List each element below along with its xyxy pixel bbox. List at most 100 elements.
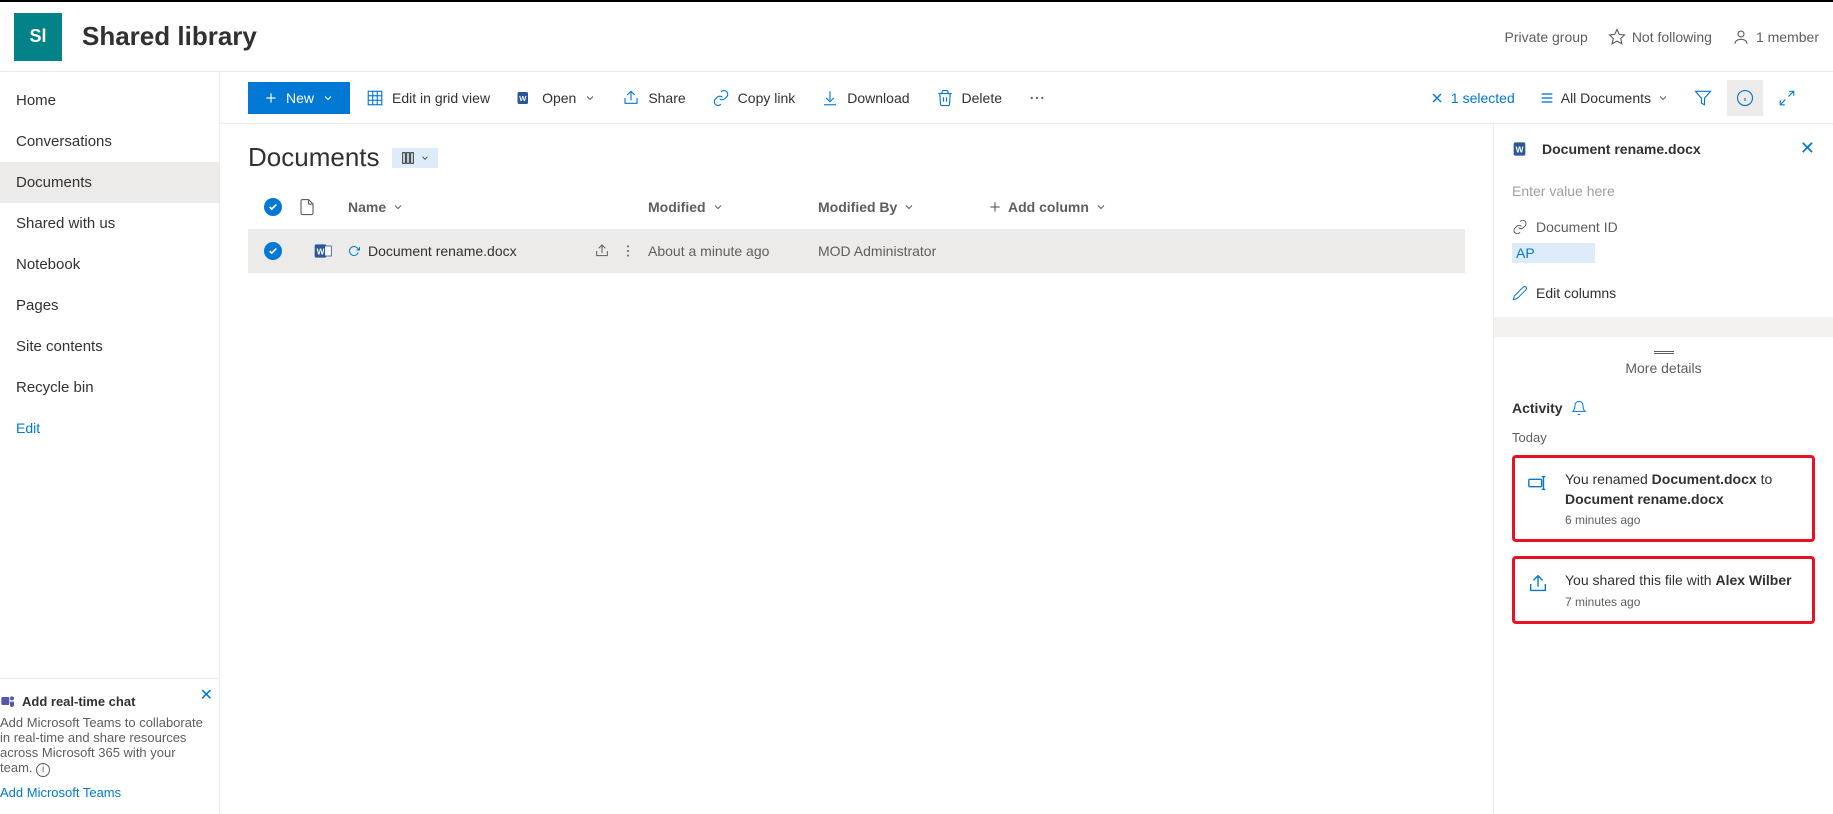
more-details-label: More details (1625, 360, 1701, 376)
sync-icon (348, 245, 360, 257)
document-id-label: Document ID (1536, 219, 1618, 235)
sidebar-item-recycle-bin[interactable]: Recycle bin (0, 367, 219, 408)
add-teams-link[interactable]: Add Microsoft Teams (0, 785, 211, 800)
more-actions-button[interactable] (1018, 81, 1056, 115)
members-link[interactable]: 1 member (1732, 28, 1819, 46)
library-title: Documents (248, 142, 380, 173)
follow-toggle[interactable]: Not following (1608, 28, 1712, 46)
document-id-value[interactable]: AP (1512, 243, 1595, 263)
edit-columns-button[interactable]: Edit columns (1512, 285, 1815, 301)
list-icon (1539, 90, 1555, 106)
new-button[interactable]: New (248, 82, 350, 114)
svg-text:W: W (317, 246, 325, 256)
view-label: All Documents (1561, 90, 1651, 106)
checkmark-icon (264, 198, 282, 216)
chevron-down-icon (712, 201, 724, 213)
members-label: 1 member (1756, 29, 1819, 45)
follow-label: Not following (1632, 29, 1712, 45)
add-column-label: Add column (1008, 199, 1089, 215)
teams-promo-body: Add Microsoft Teams to collaborate in re… (0, 715, 203, 775)
svg-text:W: W (519, 94, 527, 103)
chevron-down-icon (392, 201, 404, 213)
star-icon (1608, 28, 1626, 46)
title-input-placeholder[interactable]: Enter value here (1512, 183, 1815, 199)
sidebar-item-notebook[interactable]: Notebook (0, 244, 219, 285)
sidebar-item-shared-with-us[interactable]: Shared with us (0, 203, 219, 244)
open-label: Open (542, 90, 576, 106)
copy-link-button[interactable]: Copy link (702, 81, 806, 115)
view-selector[interactable]: All Documents (1529, 82, 1679, 114)
edit-columns-label: Edit columns (1536, 285, 1616, 301)
teams-promo-panel: ✕ Add real-time chat Add Microsoft Teams… (0, 678, 219, 814)
tiles-toggle-button[interactable] (392, 148, 438, 168)
edit-grid-label: Edit in grid view (392, 90, 490, 106)
download-label: Download (847, 90, 909, 106)
activity-text: You renamed Document.docx to Document re… (1565, 470, 1800, 509)
activity-item-share[interactable]: You shared this file with Alex Wilber 7 … (1512, 556, 1815, 624)
table-header-row: Name Modified Modified By (248, 185, 1465, 229)
download-button[interactable]: Download (811, 81, 919, 115)
bell-icon[interactable] (1571, 400, 1587, 416)
help-icon[interactable]: i (36, 763, 50, 777)
close-icon[interactable]: ✕ (1800, 138, 1815, 159)
file-type-header[interactable] (298, 198, 348, 216)
file-name-cell[interactable]: Document rename.docx (368, 243, 517, 259)
chevron-down-icon (584, 92, 596, 104)
trash-icon (936, 89, 954, 107)
share-icon[interactable] (594, 243, 610, 259)
download-icon (821, 89, 839, 107)
sidebar-item-conversations[interactable]: Conversations (0, 121, 219, 162)
more-details-button[interactable]: More details (1512, 337, 1815, 390)
info-button[interactable] (1727, 80, 1763, 116)
activity-item-rename[interactable]: You renamed Document.docx to Document re… (1512, 455, 1815, 542)
open-button[interactable]: W Open (506, 81, 606, 115)
activity-time: 7 minutes ago (1565, 595, 1792, 609)
chevron-down-icon (1095, 201, 1107, 213)
sidebar-item-documents[interactable]: Documents (0, 162, 219, 203)
close-icon[interactable]: ✕ (200, 685, 213, 705)
teams-promo-title-text: Add real-time chat (22, 694, 135, 709)
teams-icon (0, 693, 16, 709)
left-navigation: Home Conversations Documents Shared with… (0, 72, 220, 814)
edit-grid-button[interactable]: Edit in grid view (356, 81, 500, 115)
sidebar-item-site-contents[interactable]: Site contents (0, 326, 219, 367)
checkmark-icon (264, 242, 282, 260)
row-select-cell[interactable] (248, 242, 298, 260)
ellipsis-vertical-icon[interactable] (620, 243, 636, 259)
panel-file-name: Document rename.docx (1542, 141, 1701, 157)
sidebar-item-pages[interactable]: Pages (0, 285, 219, 326)
command-bar: New Edit in grid view W Open Share Copy … (220, 72, 1833, 124)
expand-button[interactable] (1769, 80, 1805, 116)
chevron-down-icon (1657, 92, 1669, 104)
link-icon (712, 89, 730, 107)
delete-button[interactable]: Delete (926, 81, 1012, 115)
selection-count[interactable]: 1 selected (1429, 90, 1515, 106)
ellipsis-icon (1028, 89, 1046, 107)
modified-column-header[interactable]: Modified (648, 199, 818, 215)
modified-by-cell: MOD Administrator (818, 243, 988, 259)
name-column-header[interactable]: Name (348, 199, 648, 215)
plus-icon (988, 200, 1002, 214)
share-label: Share (648, 90, 685, 106)
sidebar-edit-link[interactable]: Edit (0, 408, 219, 448)
copy-link-label: Copy link (738, 90, 796, 106)
add-column-button[interactable]: Add column (988, 199, 1138, 215)
sidebar-item-home[interactable]: Home (0, 80, 219, 121)
filter-button[interactable] (1685, 80, 1721, 116)
site-header: Sl Shared library Private group Not foll… (0, 0, 1833, 72)
details-panel: W Document rename.docx ✕ Enter value her… (1493, 124, 1833, 814)
person-icon (1732, 28, 1750, 46)
table-row[interactable]: W Document rename.docx About a minute ag… (248, 229, 1465, 273)
site-title: Shared library (82, 21, 1505, 52)
word-icon: W (313, 241, 333, 261)
activity-day-label: Today (1512, 430, 1815, 445)
word-icon: W (1512, 139, 1532, 159)
word-icon: W (516, 89, 534, 107)
modified-by-column-header[interactable]: Modified By (818, 199, 988, 215)
group-type-label: Private group (1505, 29, 1588, 45)
select-all-cell[interactable] (248, 198, 298, 216)
rename-icon (1527, 472, 1549, 494)
share-button[interactable]: Share (612, 81, 695, 115)
modified-header-label: Modified (648, 199, 706, 215)
activity-text: You shared this file with Alex Wilber (1565, 571, 1792, 591)
